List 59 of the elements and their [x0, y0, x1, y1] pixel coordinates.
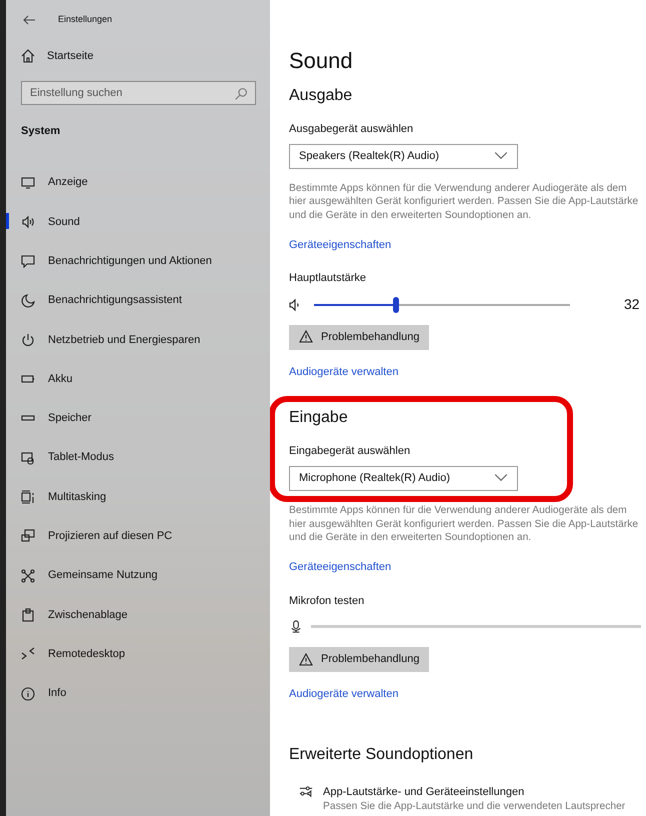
sidebar-item[interactable]: Anzeige	[6, 163, 270, 202]
troubleshoot-button[interactable]: Problembehandlung	[289, 324, 430, 350]
section-heading: Ausgabe	[289, 86, 354, 106]
sidebar-item[interactable]: Benachrichtigungen und Aktionen	[6, 242, 270, 281]
home-icon	[21, 49, 35, 64]
description-text: Passen Sie die App-Lautstärke und die verwendeten Lautsprecher	[323, 800, 626, 814]
screens-icon	[21, 529, 35, 544]
tablet-icon	[21, 450, 35, 465]
sidebar-item[interactable]: Multitasking	[6, 477, 270, 517]
info-icon	[21, 686, 35, 700]
back-icon	[22, 13, 36, 27]
volume-value: 32	[624, 295, 640, 314]
field-label: Eingabegerät auswählen	[289, 444, 412, 460]
sidebar-item[interactable]: Netzbetrieb und Energiesparen	[6, 320, 270, 360]
mixer-icon	[299, 784, 313, 798]
warning-icon	[299, 652, 313, 666]
multitask-icon	[21, 490, 35, 504]
sidebar-item[interactable]: Speicher	[6, 398, 270, 438]
sidebar-item[interactable]: Info	[6, 674, 270, 714]
sidebar-item[interactable]: Gemeinsame Nutzung	[6, 556, 270, 596]
sidebar-item[interactable]: Sound	[6, 202, 270, 242]
share-icon	[21, 568, 35, 583]
sidebar-item[interactable]: Projizieren auf diesen PC	[6, 516, 270, 556]
page-title: Sound	[289, 50, 354, 72]
moon-icon	[21, 294, 35, 308]
properties-link[interactable]: Geräteeigenschaften	[289, 236, 392, 254]
search-field[interactable]: Einstellung suchen	[21, 80, 256, 104]
power-icon	[21, 332, 35, 347]
speaker-icon	[21, 214, 35, 229]
sidebar-item[interactable]: Zwischenablage	[6, 595, 270, 635]
sidebar-item[interactable]: Benachrichtigungsassistent	[6, 280, 270, 320]
description-text: Bestimmte Apps können für die Verwendung anderer Audiogeräte als dem hier ausgewählten Gerät konfiguriert werden. Passen Sie die App-Lautstärke und die Geräte in den erweiterten Soundoptionen an.	[289, 504, 640, 545]
microphone-icon	[289, 620, 303, 634]
warning-icon	[299, 330, 313, 344]
manage-devices-link[interactable]: Audiogeräte verwalten	[289, 364, 398, 380]
search-icon	[234, 86, 248, 100]
sidebar-item[interactable]: Akku	[6, 359, 270, 399]
section-heading: Erweiterte Soundoptionen	[289, 744, 474, 764]
properties-link[interactable]: Geräteeigenschaften	[289, 559, 392, 576]
window-title: Einstellungen	[58, 13, 112, 26]
meter-label: Hauptlautstärke	[289, 271, 366, 286]
group-heading: System	[21, 124, 62, 138]
clipboard-icon	[21, 608, 35, 622]
manage-devices-link[interactable]: Audiogeräte verwalten	[289, 686, 398, 702]
sidebar-item[interactable]: Remotedesktop	[6, 634, 270, 674]
field-label: Ausgabegerät auswählen	[289, 122, 414, 138]
remote-icon	[21, 647, 35, 662]
settings-link[interactable]: App-Lautstärke- und Geräteeinstellungen	[323, 784, 646, 800]
section-heading: Eingabe	[289, 408, 349, 428]
sidebar-item[interactable]: Tablet-Modus	[6, 438, 270, 478]
home-link[interactable]: Startseite	[21, 48, 270, 64]
troubleshoot-button[interactable]: Problembehandlung	[289, 647, 430, 672]
description-text: Bestimmte Apps können für die Verwendung anderer Audiogeräte als dem hier ausgewählten Gerät konfiguriert werden. Passen Sie die App-Lautstärke und die Geräte in den erweiterten Soundoptionen an.	[289, 182, 640, 223]
meter-label: Mikrofon testen	[289, 594, 364, 608]
message-icon	[21, 254, 35, 268]
device-dropdown[interactable]: Speakers (Realtek(R) Audio)	[289, 144, 518, 169]
slider-thumb[interactable]	[392, 296, 399, 313]
monitor-icon	[21, 176, 35, 190]
device-dropdown[interactable]: Microphone (Realtek(R) Audio)	[289, 466, 518, 491]
